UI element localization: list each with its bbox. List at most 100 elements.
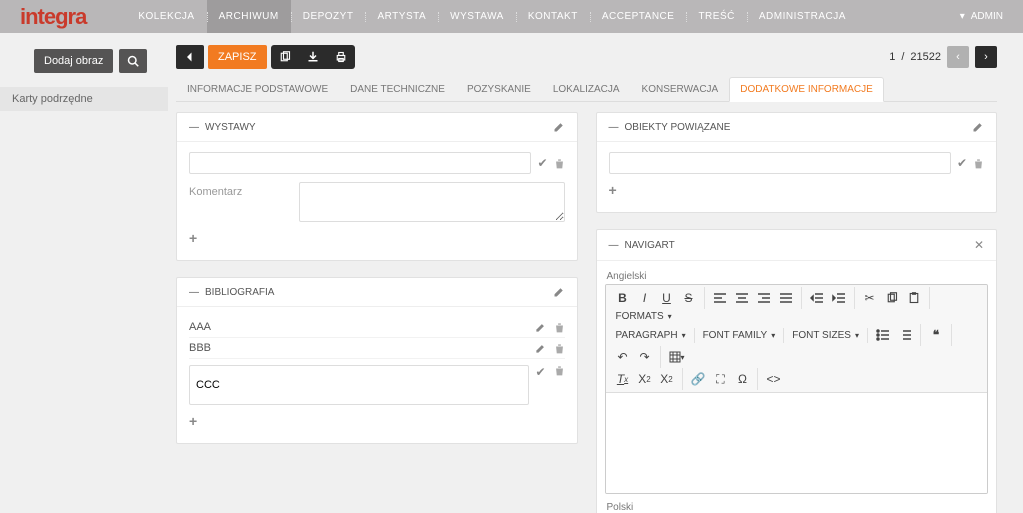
pager-next-button[interactable]: › xyxy=(975,46,997,68)
align-left-button[interactable] xyxy=(709,287,731,309)
bibliografia-input[interactable] xyxy=(189,365,529,405)
superscript-button[interactable]: X2 xyxy=(656,368,678,390)
delete-icon[interactable] xyxy=(554,322,565,333)
copy-button[interactable] xyxy=(271,45,299,69)
panel-obiekty-title: OBIEKTY POWIĄZANE xyxy=(625,122,731,133)
copy-icon xyxy=(279,51,291,63)
paste-button[interactable] xyxy=(903,287,925,309)
bibliografia-add-button[interactable]: + xyxy=(189,413,565,429)
strikethrough-button[interactable]: S xyxy=(678,287,700,309)
detail-tabs: INFORMACJE PODSTAWOWE DANE TECHNICZNE PO… xyxy=(176,77,997,102)
wystawy-comment-row: Komentarz xyxy=(189,182,565,222)
nav-acceptance[interactable]: ACCEPTANCE xyxy=(590,0,687,33)
tab-lokalizacja[interactable]: LOKALIZACJA xyxy=(542,77,631,101)
sidebar: Dodaj obraz Karty podrzędne xyxy=(0,33,168,513)
table-button[interactable]: ▾ xyxy=(665,346,689,368)
underline-button[interactable]: U xyxy=(656,287,678,309)
nav-tresc[interactable]: TREŚĆ xyxy=(686,0,746,33)
font-sizes-dropdown[interactable]: FONT SIZES▾ xyxy=(788,328,863,343)
delete-icon[interactable] xyxy=(973,158,984,169)
wystawy-input-row: ✔ xyxy=(189,152,565,174)
wystawy-input[interactable] xyxy=(189,152,531,174)
close-icon[interactable]: ✕ xyxy=(974,238,984,252)
save-button[interactable]: ZAPISZ xyxy=(208,45,267,69)
panel-navigart-title: NAVIGART xyxy=(625,240,675,251)
obiekty-input[interactable] xyxy=(609,152,951,174)
list-item-label: BBB xyxy=(189,342,211,354)
editor-content-en[interactable] xyxy=(606,393,988,493)
chevron-left-icon: ‹ xyxy=(956,51,960,63)
delete-icon[interactable] xyxy=(554,158,565,169)
tab-pozyskanie[interactable]: POZYSKANIE xyxy=(456,77,542,101)
nav-kolekcja[interactable]: KOLEKCJA xyxy=(126,0,206,33)
special-char-button[interactable]: Ω xyxy=(731,368,753,390)
clear-format-button[interactable]: Tx xyxy=(612,368,634,390)
italic-button[interactable]: I xyxy=(634,287,656,309)
chevron-down-icon: ▾ xyxy=(771,331,775,340)
sidebar-actions: Dodaj obraz xyxy=(0,49,168,87)
align-right-button[interactable] xyxy=(753,287,775,309)
delete-icon[interactable] xyxy=(554,365,565,379)
wystawy-add-button[interactable]: + xyxy=(189,230,565,246)
nav-administracja[interactable]: ADMINISTRACJA xyxy=(747,0,858,33)
fullscreen-button[interactable]: ⛶ xyxy=(709,368,731,390)
back-button[interactable] xyxy=(176,45,204,69)
subscript-button[interactable]: X2 xyxy=(634,368,656,390)
font-family-dropdown[interactable]: FONT FAMILY▾ xyxy=(699,328,780,343)
cut-button[interactable]: ✂ xyxy=(859,287,881,309)
delete-icon[interactable] xyxy=(554,343,565,354)
bullet-list-button[interactable] xyxy=(872,324,894,346)
collapse-icon[interactable]: — xyxy=(189,122,199,133)
pager-prev-button[interactable]: ‹ xyxy=(947,46,969,68)
obiekty-add-button[interactable]: + xyxy=(609,182,985,198)
left-column: — WYSTAWY ✔ xyxy=(176,112,578,513)
collapse-icon[interactable]: — xyxy=(609,122,619,133)
edit-icon[interactable] xyxy=(535,343,546,354)
nav-wystawa[interactable]: WYSTAWA xyxy=(438,0,516,33)
panel-bibliografia: — BIBLIOGRAFIA AAA xyxy=(176,277,578,444)
nav-artysta[interactable]: ARTYSTA xyxy=(365,0,438,33)
user-menu[interactable]: ▾ ADMIN xyxy=(960,11,1003,22)
edit-icon[interactable] xyxy=(535,322,546,333)
list-item-label: AAA xyxy=(189,321,211,333)
paragraph-dropdown[interactable]: PARAGRAPH▾ xyxy=(612,328,690,343)
edit-icon[interactable] xyxy=(553,286,565,298)
link-button[interactable]: 🔗 xyxy=(687,368,710,390)
sidebar-subpages[interactable]: Karty podrzędne xyxy=(0,87,168,111)
tab-dodatkowe-informacje[interactable]: DODATKOWE INFORMACJE xyxy=(729,77,884,102)
download-button[interactable] xyxy=(299,45,327,69)
tab-konserwacja[interactable]: KONSERWACJA xyxy=(631,77,730,101)
bold-button[interactable]: B xyxy=(612,287,634,309)
confirm-icon[interactable]: ✔ xyxy=(535,365,545,379)
edit-icon[interactable] xyxy=(553,121,565,133)
redo-button[interactable]: ↷ xyxy=(634,346,656,368)
source-code-button[interactable]: <> xyxy=(762,368,784,390)
formats-dropdown[interactable]: FORMATS▾ xyxy=(612,309,676,324)
tab-dane-techniczne[interactable]: DANE TECHNICZNE xyxy=(339,77,456,101)
align-center-button[interactable] xyxy=(731,287,753,309)
collapse-icon[interactable]: — xyxy=(609,240,619,251)
nav-depozyt[interactable]: DEPOZYT xyxy=(291,0,366,33)
chevron-down-icon: ▾ xyxy=(681,353,685,362)
nav-archiwum[interactable]: ARCHIWUM xyxy=(207,0,291,33)
tab-informacje-podstawowe[interactable]: INFORMACJE PODSTAWOWE xyxy=(176,77,339,101)
outdent-button[interactable] xyxy=(806,287,828,309)
confirm-icon[interactable]: ✔ xyxy=(957,156,967,170)
align-justify-button[interactable] xyxy=(775,287,797,309)
wystawy-comment-input[interactable] xyxy=(299,182,565,222)
numbered-list-button[interactable] xyxy=(894,324,916,346)
blockquote-button[interactable]: ❝ xyxy=(925,324,947,346)
add-image-button[interactable]: Dodaj obraz xyxy=(34,49,113,73)
edit-icon[interactable] xyxy=(972,121,984,133)
nav-kontakt[interactable]: KONTAKT xyxy=(516,0,590,33)
indent-button[interactable] xyxy=(828,287,850,309)
undo-button[interactable]: ↶ xyxy=(612,346,634,368)
print-button[interactable] xyxy=(327,45,355,69)
confirm-icon[interactable]: ✔ xyxy=(537,156,547,170)
navigart-lang-pl: Polski xyxy=(607,502,989,513)
sidebar-search-button[interactable] xyxy=(119,49,147,73)
list-item: BBB xyxy=(189,338,565,359)
collapse-icon[interactable]: — xyxy=(189,287,199,298)
pager-total: 21522 xyxy=(910,51,941,63)
copy-button[interactable] xyxy=(881,287,903,309)
